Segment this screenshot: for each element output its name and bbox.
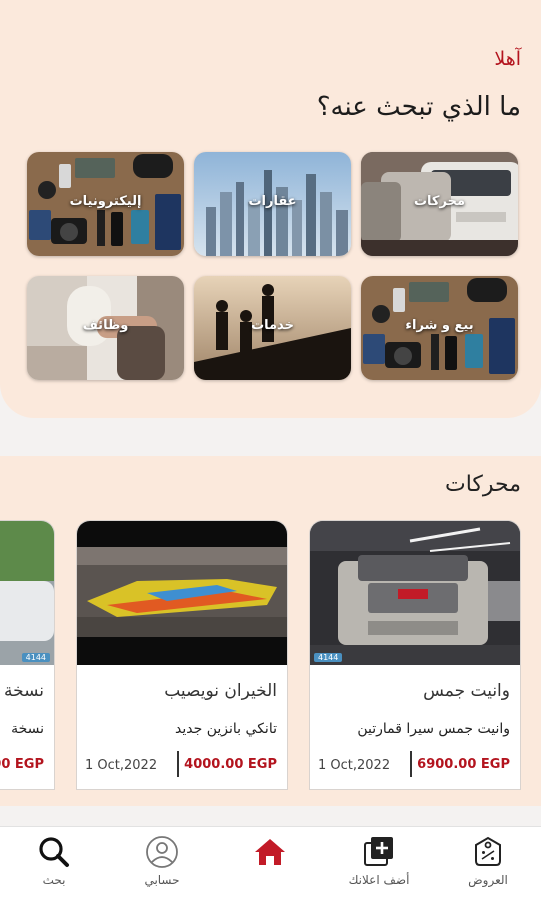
category-label: محركات [413,194,465,209]
account-icon [146,836,178,868]
listing-photo [77,521,287,665]
divider [410,751,412,777]
listing-badge: 4144 [21,653,50,662]
listing-photo [310,521,520,665]
listing-date: 1 Oct,2022 [318,758,391,773]
listing-name: وانيت جمس [423,681,510,701]
listing-price: 6900.00 EGP [417,757,510,772]
category-electronics[interactable]: إليكترونيات [27,152,184,256]
category-motors[interactable]: محركات [361,152,518,256]
nav-label: العروض [468,873,508,887]
nav-label: أضف اعلانك [348,873,410,887]
category-label: وظائف [82,318,129,333]
motors-section: محركات 4144 وانيت جمس وانيت جمس سيرا قما… [0,456,541,806]
listing-card[interactable]: 4144 نسخة نسخة 00 EGP [0,520,55,790]
bottom-nav: العروض أضف اعلانك حسابي بحث [0,826,541,901]
listing-card[interactable]: 4144 وانيت جمس وانيت جمس سيرا قمارتين 69… [309,520,521,790]
nav-account[interactable]: حسابي [117,835,207,887]
divider [177,751,179,777]
hero-panel: آهلا ما الذي تبحث عنه؟ محركات عقارات إلي… [0,0,541,418]
listing-date: 1 Oct,2022 [85,758,158,773]
listing-name: نسخة [4,681,44,701]
offers-tag-icon [475,836,501,866]
listing-description: وانيت جمس سيرا قمارتين [357,721,510,737]
category-label: إليكترونيات [69,194,142,209]
page-title: ما الذي تبحث عنه؟ [316,92,521,122]
listing-badge: 4144 [314,653,343,662]
home-icon [255,839,285,865]
nav-offers[interactable]: العروض [443,835,533,887]
listing-card[interactable]: الخيران نويصيب تانكي بانزين جديد 4000.00… [76,520,288,790]
nav-label: بحث [42,873,66,887]
listing-description: نسخة [11,721,44,737]
greeting-text: آهلا [494,48,521,70]
listing-description: تانكي بانزين جديد [175,721,277,737]
nav-label: حسابي [144,873,180,887]
category-label: بيع و شراء [405,318,474,333]
nav-add-ad[interactable]: أضف اعلانك [334,835,424,887]
category-jobs[interactable]: وظائف [27,276,184,380]
category-label: خدمات [251,318,294,333]
category-services[interactable]: خدمات [194,276,351,380]
search-icon [39,837,69,867]
add-ad-icon [364,837,393,866]
category-real-estate[interactable]: عقارات [194,152,351,256]
section-title: محركات [444,472,521,497]
listing-photo [0,521,54,665]
listing-price: 00 EGP [0,757,44,772]
nav-search[interactable]: بحث [9,835,99,887]
nav-home[interactable] [225,835,315,873]
category-buy-sell[interactable]: بيع و شراء [361,276,518,380]
category-label: عقارات [248,194,297,209]
listing-name: الخيران نويصيب [164,681,277,701]
listing-price: 4000.00 EGP [184,757,277,772]
